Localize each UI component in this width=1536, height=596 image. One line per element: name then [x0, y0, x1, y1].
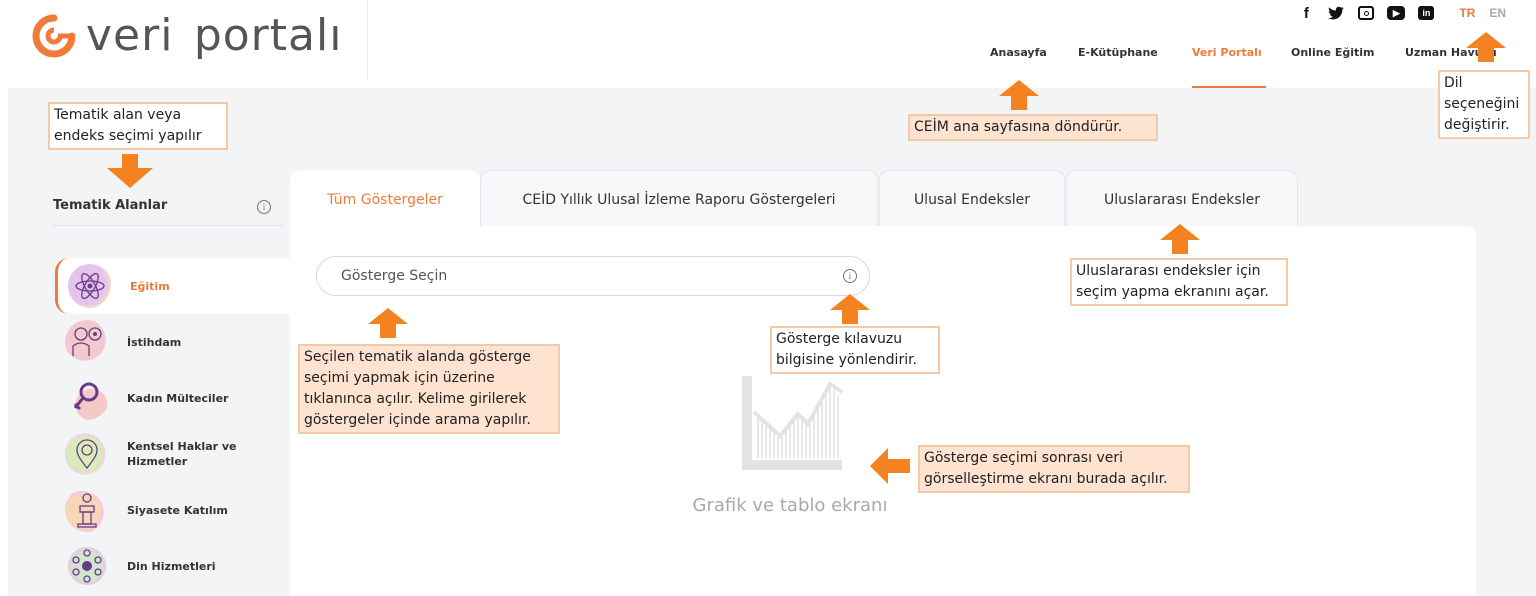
- header-divider: [367, 0, 368, 80]
- annotation-tematik: Tematik alan veya endeks seçimi yapılır: [48, 102, 228, 150]
- sidebar-item-kentsel-haklar[interactable]: Kentsel Haklar ve Hizmetler: [55, 426, 290, 482]
- site-logo[interactable]: veri portalı: [30, 12, 342, 60]
- tab-ceid-yillik[interactable]: CEİD Yıllık Ulusal İzleme Raporu Gösterg…: [480, 170, 878, 228]
- podium-icon: [65, 488, 109, 532]
- search-placeholder: Gösterge Seçin: [341, 268, 448, 284]
- sidebar-item-label: İstihdam: [127, 335, 182, 349]
- arrow-up-icon: [830, 294, 870, 324]
- arrow-up-icon: [1160, 224, 1200, 254]
- nav-online-egitim[interactable]: Online Eğitim: [1291, 46, 1375, 59]
- youtube-icon[interactable]: ▶: [1383, 4, 1409, 22]
- annotation-ceim: CEİM ana sayfasına döndürür.: [908, 114, 1158, 141]
- nav-e-kutuphane[interactable]: E-Kütüphane: [1078, 46, 1158, 59]
- sidebar-item-egitim[interactable]: Eğitim: [55, 258, 290, 314]
- chart-placeholder-icon: [742, 376, 844, 470]
- arrow-left-icon: [870, 448, 910, 484]
- sidebar-item-label: Siyasete Katılım: [127, 503, 228, 517]
- sidebar-item-istihdam[interactable]: İstihdam: [55, 314, 290, 370]
- arrow-down-icon: [107, 154, 153, 188]
- annotation-uluslararasi: Uluslararası endeksler için seçim yapma …: [1070, 258, 1288, 306]
- atom-icon: [68, 264, 112, 308]
- left-gutter: [0, 88, 8, 596]
- location-pin-icon: [65, 432, 109, 476]
- sidebar-title: Tematik Alanlar: [53, 198, 168, 213]
- annotation-secilen: Seçilen tematik alanda gösterge seçimi y…: [298, 344, 560, 434]
- linkedin-icon[interactable]: in: [1413, 4, 1439, 22]
- arrow-up-icon: [368, 308, 408, 338]
- logo-text: veri portalı: [86, 10, 343, 61]
- instagram-icon[interactable]: [1353, 4, 1379, 22]
- site-header: veri portalı f ▶ in TR EN Anasayfa E-Küt…: [0, 0, 1536, 88]
- logo-icon: [32, 14, 76, 58]
- annotation-grafik: Gösterge seçimi sonrası veri görselleşti…: [918, 445, 1190, 493]
- sidebar-item-label: Kentsel Haklar ve Hizmetler: [127, 440, 237, 468]
- female-symbol-icon: [65, 376, 109, 420]
- indicator-select-input[interactable]: Gösterge Seçin i: [316, 256, 870, 296]
- lang-tr-button[interactable]: TR: [1459, 6, 1475, 20]
- chart-placeholder-caption: Grafik ve tablo ekranı: [692, 495, 888, 516]
- community-icon: [65, 544, 109, 588]
- lang-en-button[interactable]: EN: [1489, 6, 1506, 20]
- tab-ulusal-endeksler[interactable]: Ulusal Endeksler: [879, 170, 1065, 228]
- twitter-icon[interactable]: [1323, 4, 1349, 22]
- sidebar-item-siyasete-katilim[interactable]: Siyasete Katılım: [55, 482, 290, 538]
- nav-veri-portali[interactable]: Veri Portalı: [1192, 46, 1262, 59]
- info-icon[interactable]: i: [257, 200, 271, 214]
- tab-uluslararasi-endeksler[interactable]: Uluslararası Endeksler: [1066, 170, 1298, 228]
- sidebar-item-label: Eğitim: [130, 279, 170, 293]
- arrow-up-icon: [1466, 32, 1506, 62]
- sidebar-item-label: Kadın Mülteciler: [127, 391, 229, 405]
- nav-anasayfa[interactable]: Anasayfa: [990, 46, 1047, 59]
- sidebar-item-label: Din Hizmetleri: [127, 559, 216, 573]
- annotation-kilavuz: Gösterge kılavuzu bilgisine yönlendirir.: [770, 326, 940, 374]
- social-links: f ▶ in TR EN: [1289, 4, 1506, 22]
- sidebar-item-din-hizmetleri[interactable]: Din Hizmetleri: [55, 538, 290, 594]
- worker-icon: [65, 320, 109, 364]
- annotation-dil: Dil seçeneğini değiştirir.: [1438, 70, 1530, 139]
- sidebar-divider: [53, 225, 283, 226]
- sidebar-item-kadin-multeciler[interactable]: Kadın Mülteciler: [55, 370, 290, 426]
- arrow-up-icon: [999, 80, 1039, 110]
- tab-tum-gostergeler[interactable]: Tüm Göstergeler: [290, 170, 480, 228]
- info-icon[interactable]: i: [843, 269, 857, 283]
- facebook-icon[interactable]: f: [1293, 4, 1319, 22]
